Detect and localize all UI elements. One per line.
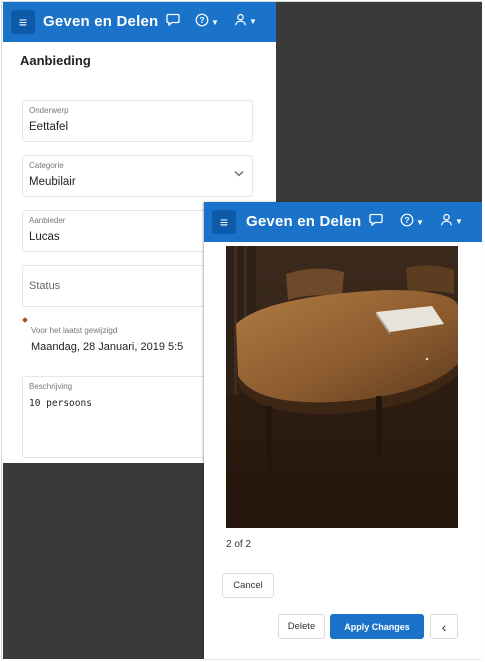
beschrijving-value: 10 persoons — [29, 398, 92, 409]
hamburger-icon: ≡ — [18, 14, 28, 30]
svg-text:?: ? — [199, 15, 204, 25]
help-menu-button[interactable]: ? ▼ — [195, 13, 219, 29]
background-area — [276, 2, 482, 202]
user-menu-button[interactable]: ▼ — [234, 13, 257, 28]
chevron-down-icon: ▼ — [416, 218, 424, 227]
help-circle-icon: ? — [195, 13, 209, 27]
onderwerp-value: Eettafel — [29, 121, 68, 133]
required-marker — [22, 317, 28, 323]
onderwerp-field[interactable]: Onderwerp Eettafel — [22, 100, 253, 142]
cancel-button[interactable]: Cancel — [222, 573, 274, 598]
apply-changes-button[interactable]: Apply Changes — [330, 614, 424, 639]
aanbieder-value: Lucas — [29, 231, 60, 243]
image-viewer-screen: ≡ Geven en Delen ? ▼ ▼ 2 of 2 Cancel Del… — [204, 202, 482, 659]
field-label: Categorie — [29, 161, 64, 170]
chat-bubble-icon — [369, 213, 383, 227]
chat-button[interactable] — [369, 213, 383, 228]
user-menu-button[interactable]: ▼ — [440, 213, 463, 228]
chevron-left-icon: ‹ — [441, 618, 447, 635]
help-menu-button[interactable]: ? ▼ — [400, 213, 424, 229]
last-modified-value: Maandag, 28 Januari, 2019 5:5 — [31, 341, 184, 353]
user-icon — [234, 13, 247, 26]
categorie-value: Meubilair — [29, 176, 76, 188]
user-icon — [440, 213, 453, 226]
image-counter: 2 of 2 — [226, 539, 252, 550]
previous-button[interactable]: ‹ — [430, 614, 458, 639]
field-label: Beschrijving — [29, 382, 73, 391]
app-title: Geven en Delen — [246, 213, 362, 230]
field-label: Voor het laatst gewijzigd — [31, 326, 118, 335]
field-label: Aanbieder — [29, 216, 66, 225]
categorie-select[interactable]: Categorie Meubilair — [22, 155, 253, 197]
chevron-down-icon: ▼ — [455, 217, 463, 226]
app-bar: ≡ Geven en Delen ? ▼ ▼ — [3, 2, 276, 42]
status-placeholder: Status — [29, 280, 61, 292]
chevron-down-icon: ▼ — [249, 17, 257, 26]
background-area — [3, 463, 204, 659]
app-bar: ≡ Geven en Delen ? ▼ ▼ — [204, 202, 482, 242]
delete-button[interactable]: Delete — [278, 614, 325, 639]
chat-button[interactable] — [166, 13, 180, 28]
field-label: Onderwerp — [29, 106, 69, 115]
hamburger-icon: ≡ — [219, 214, 229, 230]
svg-text:?: ? — [404, 215, 409, 225]
page-title: Aanbieding — [20, 53, 91, 68]
item-photo — [226, 246, 458, 528]
menu-button[interactable]: ≡ — [11, 10, 35, 34]
help-circle-icon: ? — [400, 213, 414, 227]
chevron-down-icon: ▼ — [211, 18, 219, 27]
app-title: Geven en Delen — [43, 13, 159, 30]
chat-bubble-icon — [166, 13, 180, 27]
menu-button[interactable]: ≡ — [212, 210, 236, 234]
chevron-down-icon — [234, 169, 244, 180]
